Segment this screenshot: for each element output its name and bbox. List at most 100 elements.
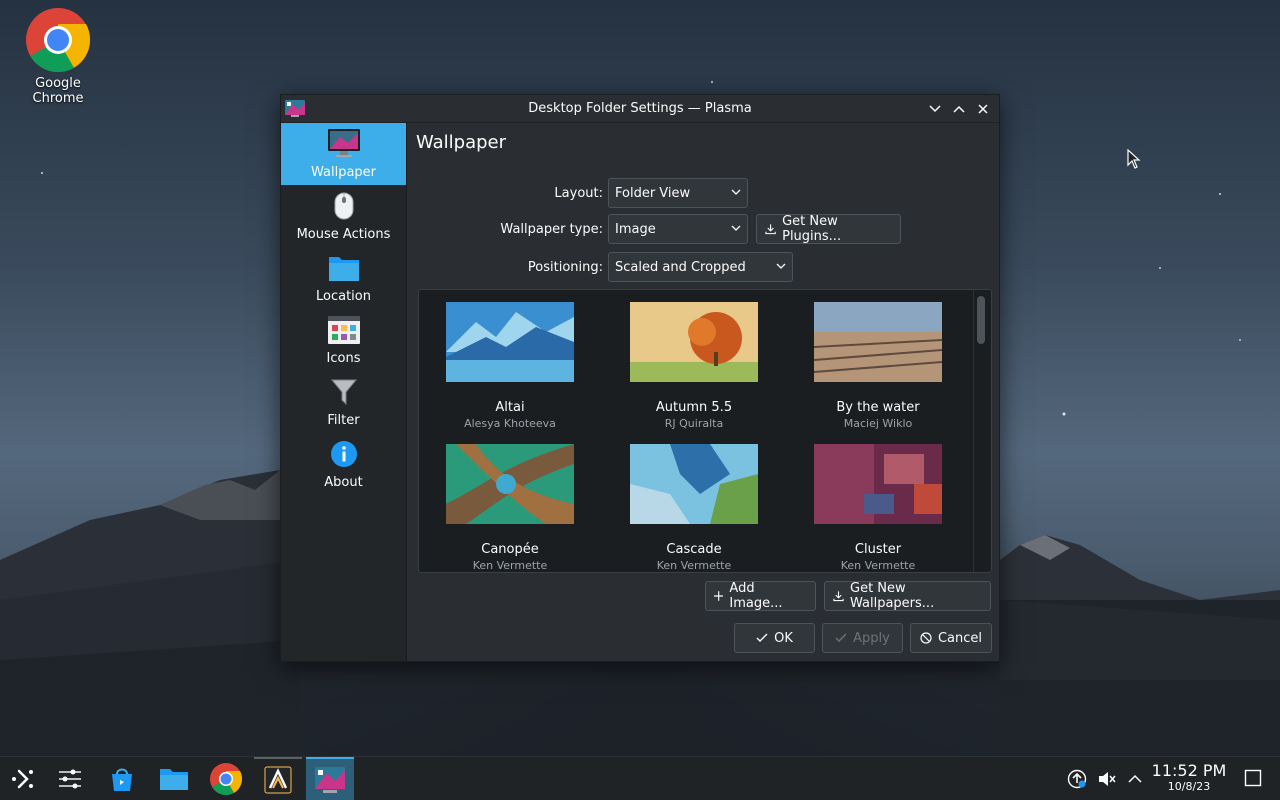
sidebar-item-location[interactable]: Location [281, 247, 406, 309]
expand-tray-icon [1128, 774, 1142, 783]
wallpaper-thumbnail [813, 302, 943, 382]
wallpaper-type-combobox[interactable]: Image [608, 214, 748, 244]
wallpaper-item-autumn[interactable]: Autumn 5.5 RJ Quiralta [609, 302, 779, 430]
wallpaper-item-cluster[interactable]: Cluster Ken Vermette [793, 444, 963, 572]
wallpaper-item-cascade[interactable]: Cascade Ken Vermette [609, 444, 779, 572]
maximize-icon [953, 105, 965, 113]
sidebar-item-wallpaper[interactable]: Wallpaper [281, 123, 406, 185]
overview-button[interactable] [46, 757, 94, 800]
app-launcher-icon [12, 769, 33, 789]
window-title: Desktop Folder Settings — Plasma [528, 101, 752, 116]
positioning-combobox[interactable]: Scaled and Cropped [608, 252, 793, 282]
sidebar-item-label: About [324, 475, 363, 490]
wallpaper-thumbnail [630, 302, 758, 382]
wallpaper-name: By the water [836, 400, 920, 415]
get-new-wallpapers-button[interactable]: Get New Wallpapers... [824, 581, 991, 611]
sidebar-item-filter[interactable]: Filter [281, 371, 406, 433]
wallpaper-name: Cascade [666, 542, 722, 557]
wallpaper-name: Canopée [481, 542, 539, 557]
sidebar-item-mouse-actions[interactable]: Mouse Actions [281, 185, 406, 247]
checkmark-icon [835, 633, 847, 642]
wallpaper-type-value: Image [615, 221, 656, 237]
filter-icon [330, 379, 357, 406]
maximize-button[interactable] [949, 99, 969, 119]
clock-time: 11:52 PM [1151, 761, 1227, 780]
mouse-pointer-icon [1127, 149, 1141, 169]
layout-combobox[interactable]: Folder View [608, 178, 748, 208]
window-titlebar[interactable]: Desktop Folder Settings — Plasma [281, 95, 999, 123]
volume-tray-button[interactable] [1097, 769, 1117, 793]
positioning-row: Positioning: Scaled and Cropped [408, 252, 793, 282]
checkmark-icon [756, 633, 768, 642]
cancel-button[interactable]: Cancel [910, 623, 992, 653]
minimize-icon [929, 105, 941, 113]
wallpaper-item-altai[interactable]: Altai Alesya Khoteeva [425, 302, 595, 430]
apply-label: Apply [853, 630, 890, 646]
close-button[interactable] [973, 99, 993, 119]
overview-icon [59, 769, 81, 789]
wallpaper-author: Ken Vermette [840, 559, 916, 572]
app-launcher-button[interactable] [0, 757, 48, 800]
download-icon [765, 224, 776, 235]
wallpaper-item-by-the-water[interactable]: By the water Maciej Wiklo [793, 302, 963, 430]
discover-button[interactable] [98, 757, 146, 800]
text-editor-icon [264, 766, 292, 794]
show-desktop-icon [1244, 769, 1262, 787]
wallpaper-thumbnail [446, 302, 574, 382]
system-settings-icon [315, 767, 345, 793]
chrome-icon [26, 8, 90, 72]
cancel-label: Cancel [937, 630, 983, 646]
clock-date: 10/8/23 [1167, 780, 1211, 793]
page-title: Wallpaper [416, 132, 507, 153]
digital-clock[interactable]: 11:52 PM 10/8/23 [1148, 762, 1230, 794]
ok-button[interactable]: OK [734, 623, 815, 653]
text-editor-button[interactable] [254, 757, 302, 800]
plus-icon [714, 591, 724, 601]
wallpaper-thumbnail [446, 444, 574, 524]
monitor-icon [327, 129, 360, 157]
mouse-icon [334, 192, 353, 220]
plasma-settings-icon [285, 100, 305, 117]
add-image-button[interactable]: Add Image... [705, 581, 816, 611]
wallpaper-author: Maciej Wiklo [843, 417, 913, 430]
show-desktop-button[interactable] [1244, 769, 1262, 791]
chevron-down-icon [776, 263, 786, 269]
updates-tray-button[interactable] [1067, 769, 1087, 793]
layout-row: Layout: Folder View [408, 178, 748, 208]
system-settings-button[interactable] [306, 757, 354, 800]
settings-window: Desktop Folder Settings — Plasma Wallpap… [280, 94, 1000, 662]
wallpaper-grid[interactable]: Altai Alesya Khoteeva Autumn 5.5 RJ Quir… [418, 289, 992, 573]
scrollbar-handle[interactable] [977, 296, 985, 344]
dolphin-button[interactable] [150, 757, 198, 800]
positioning-value: Scaled and Cropped [615, 259, 746, 275]
settings-sidebar: Wallpaper Mouse Actions Location Icons F… [281, 123, 407, 661]
wallpaper-thumbnail [630, 444, 758, 524]
updates-icon [1067, 769, 1087, 789]
info-icon [330, 441, 357, 467]
chrome-taskbar-button[interactable] [202, 757, 250, 800]
get-new-plugins-button[interactable]: Get New Plugins... [756, 214, 901, 244]
sidebar-item-label: Mouse Actions [296, 227, 391, 242]
sidebar-item-label: Location [316, 289, 371, 304]
positioning-label: Positioning: [527, 259, 603, 275]
apply-button[interactable]: Apply [822, 623, 903, 653]
wallpaper-name: Autumn 5.5 [655, 400, 733, 415]
wallpaper-author: RJ Quiralta [664, 417, 724, 430]
chrome-icon [210, 763, 242, 795]
wallpaper-type-label: Wallpaper type: [500, 221, 603, 237]
wallpaper-author: Ken Vermette [656, 559, 732, 572]
expand-tray-button[interactable] [1127, 769, 1143, 793]
sidebar-item-about[interactable]: About [281, 433, 406, 495]
minimize-button[interactable] [925, 99, 945, 119]
volume-muted-icon [1099, 772, 1116, 786]
cancel-icon [920, 632, 932, 644]
layout-label: Layout: [554, 185, 603, 201]
sidebar-item-icons[interactable]: Icons [281, 309, 406, 371]
discover-icon [112, 768, 132, 791]
wallpaper-item-canopee[interactable]: Canopée Ken Vermette [425, 444, 595, 572]
download-icon [833, 591, 844, 602]
dolphin-icon [160, 769, 188, 790]
get-new-plugins-label: Get New Plugins... [782, 214, 842, 244]
desktop-icon-chrome[interactable]: Google Chrome [8, 8, 108, 106]
icons-icon [327, 316, 360, 344]
